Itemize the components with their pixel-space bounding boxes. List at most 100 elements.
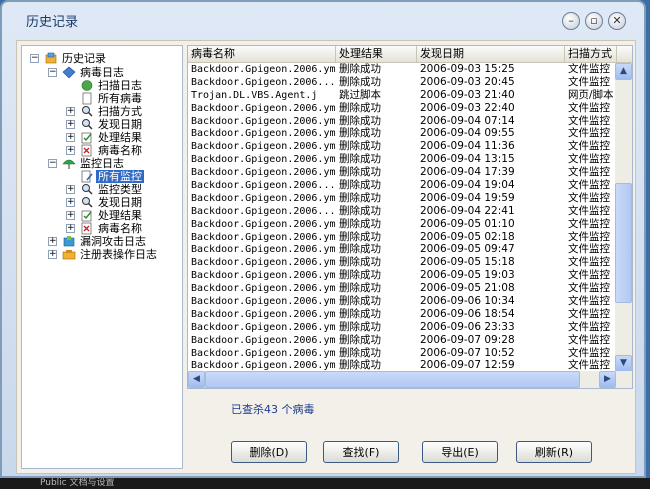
table-cell: 2006-09-04 11:36 — [420, 140, 515, 153]
table-cell: 文件监控 — [568, 333, 610, 346]
table-cell: 文件监控 — [568, 230, 610, 243]
maximize-button[interactable]: ▫ — [585, 12, 603, 30]
table-row[interactable]: Backdoor.Gpigeon.2006.ym 删除成功 2006-09-04 0… — [188, 115, 616, 128]
table-cell: Backdoor.Gpigeon.2006.ym — [191, 347, 336, 359]
horizontal-scroll-thumb[interactable] — [205, 371, 580, 388]
table-cell: Backdoor.Gpigeon.2006.ym — [191, 231, 336, 243]
expand-icon[interactable]: + — [66, 133, 75, 142]
table-cell: Backdoor.Gpigeon.2006.ym — [191, 102, 336, 114]
table-row[interactable]: Backdoor.Gpigeon.2006.ym 删除成功 2006-09-06 2… — [188, 321, 616, 334]
expand-icon[interactable]: + — [48, 250, 57, 259]
table-row[interactable]: Backdoor.Gpigeon.2006.ym 删除成功 2006-09-05 0… — [188, 243, 616, 256]
table-cell: 删除成功 — [339, 333, 381, 346]
history-window: 历史记录 – ▫ ✕ − 历史记录 − 病毒日志 扫描日志 所有病毒 + 扫描方… — [0, 0, 646, 478]
scroll-down-button[interactable]: ▼ — [615, 355, 632, 372]
table-row[interactable]: Backdoor.Gpigeon.2006.ym 删除成功 2006-09-03 1… — [188, 63, 616, 76]
table-cell: 2006-09-04 07:14 — [420, 114, 515, 127]
scroll-left-button[interactable]: ◀ — [188, 371, 205, 388]
close-button[interactable]: ✕ — [608, 12, 626, 30]
table-cell: 删除成功 — [339, 295, 381, 308]
collapse-icon[interactable]: − — [48, 68, 57, 77]
delete-button[interactable]: 删除(D) — [231, 441, 307, 463]
table-cell: 2006-09-05 01:10 — [420, 217, 515, 230]
table-row[interactable]: Backdoor.Gpigeon.2006.ym 删除成功 2006-09-05 1… — [188, 269, 616, 282]
collapse-icon[interactable]: − — [48, 159, 57, 168]
registry-icon — [62, 250, 76, 260]
column-header-virus-name[interactable]: 病毒名称 — [188, 46, 336, 62]
log-tree[interactable]: − 历史记录 − 病毒日志 扫描日志 所有病毒 + 扫描方式 + 发现日期 + … — [21, 45, 183, 469]
expand-icon[interactable]: + — [66, 224, 75, 233]
table-row[interactable]: Backdoor.Gpigeon.2006.ym 删除成功 2006-09-06 1… — [188, 308, 616, 321]
column-header-result[interactable]: 处理结果 — [336, 46, 417, 62]
expand-icon[interactable]: + — [66, 107, 75, 116]
table-cell: 2006-09-04 19:59 — [420, 191, 515, 204]
table-cell: Backdoor.Gpigeon.2006.ym — [191, 283, 336, 295]
horizontal-scrollbar[interactable]: ◀ ▶ — [188, 371, 632, 388]
table-cell: 2006-09-03 22:40 — [420, 101, 515, 114]
table-cell: 网页/脚本 — [568, 88, 614, 101]
minimize-button[interactable]: – — [562, 12, 580, 30]
magnifier-icon — [82, 197, 93, 208]
document-edit-icon — [81, 170, 93, 183]
table-cell: 2006-09-04 09:55 — [420, 127, 515, 140]
table-row[interactable]: Backdoor.Gpigeon.2006.ym 删除成功 2006-09-03 2… — [188, 102, 616, 115]
table-row[interactable]: Backdoor.Gpigeon.2006.ym 删除成功 2006-09-04 1… — [188, 140, 616, 153]
table-row[interactable]: Backdoor.Gpigeon.2006.ym 删除成功 2006-09-04 1… — [188, 153, 616, 166]
tree-item-virus-log-label: 病毒日志 — [80, 66, 124, 79]
table-row[interactable]: Backdoor.Gpigeon.2006.ym 删除成功 2006-09-05 1… — [188, 256, 616, 269]
table-cell: 文件监控 — [568, 114, 610, 127]
tree-item-exploit-log-label: 漏洞攻击日志 — [80, 235, 146, 248]
table-row[interactable]: Backdoor.Gpigeon.2006... 删除成功 2006-09-04 1… — [188, 179, 616, 192]
expand-icon[interactable]: + — [48, 237, 57, 246]
table-cell: 删除成功 — [339, 346, 381, 359]
magnifier-icon — [82, 184, 93, 195]
table-row[interactable]: Backdoor.Gpigeon.2006.ym 删除成功 2006-09-04 1… — [188, 192, 616, 205]
table-cell: 2006-09-05 09:47 — [420, 243, 515, 256]
scroll-up-button[interactable]: ▲ — [615, 63, 632, 80]
tree-item-all-viruses-label: 所有病毒 — [98, 92, 142, 105]
table-cell: 删除成功 — [339, 179, 381, 192]
table-cell: 文件监控 — [568, 307, 610, 320]
tree-item-monitor-virus-name-label: 病毒名称 — [98, 222, 142, 235]
collapse-icon[interactable]: − — [30, 54, 39, 63]
export-button[interactable]: 导出(E) — [422, 441, 498, 463]
find-button[interactable]: 查找(F) — [323, 441, 399, 463]
expand-icon[interactable]: + — [66, 120, 75, 129]
column-header-date[interactable]: 发现日期 — [417, 46, 565, 62]
record-list[interactable]: 病毒名称 处理结果 发现日期 扫描方式 Backdoor.Gpigeon.200… — [187, 45, 633, 389]
table-row[interactable]: Backdoor.Gpigeon.2006.ym 删除成功 2006-09-04 1… — [188, 166, 616, 179]
table-row[interactable]: Backdoor.Gpigeon.2006... 删除成功 2006-09-03 2… — [188, 76, 616, 89]
table-cell: Backdoor.Gpigeon.2006.ym — [191, 270, 336, 282]
table-cell: 删除成功 — [339, 153, 381, 166]
table-cell: Backdoor.Gpigeon.2006.ym — [191, 64, 336, 75]
table-cell: 删除成功 — [339, 191, 381, 204]
table-cell: 文件监控 — [568, 127, 610, 140]
table-cell: 2006-09-05 02:18 — [420, 230, 515, 243]
table-cell: 文件监控 — [568, 346, 610, 359]
table-row[interactable]: Backdoor.Gpigeon.2006.ym 删除成功 2006-09-06 1… — [188, 295, 616, 308]
table-cell: 删除成功 — [339, 75, 381, 88]
expand-icon[interactable]: + — [66, 211, 75, 220]
column-header-scan-method[interactable]: 扫描方式 — [565, 46, 617, 62]
scroll-right-button[interactable]: ▶ — [599, 371, 616, 388]
vertical-scrollbar[interactable]: ▲ ▼ — [615, 63, 632, 372]
title-bar[interactable]: 历史记录 – ▫ ✕ — [2, 2, 644, 36]
table-row[interactable]: Backdoor.Gpigeon.2006... 删除成功 2006-09-04 2… — [188, 205, 616, 218]
arrow-up-icon: ▲ — [620, 66, 627, 76]
table-row[interactable]: Backdoor.Gpigeon.2006.ym 删除成功 2006-09-07 1… — [188, 347, 616, 360]
refresh-button[interactable]: 刷新(R) — [516, 441, 592, 463]
table-row[interactable]: Backdoor.Gpigeon.2006.ym 删除成功 2006-09-04 0… — [188, 127, 616, 140]
tree-item-scan-log-label: 扫描日志 — [98, 79, 142, 92]
table-row[interactable]: Backdoor.Gpigeon.2006.ym 删除成功 2006-09-05 0… — [188, 218, 616, 231]
table-row[interactable]: Backdoor.Gpigeon.2006.ym 删除成功 2006-09-05 2… — [188, 282, 616, 295]
table-row[interactable]: Backdoor.Gpigeon.2006.ym 删除成功 2006-09-05 0… — [188, 231, 616, 244]
table-row[interactable]: Backdoor.Gpigeon.2006.ym 删除成功 2006-09-07 0… — [188, 334, 616, 347]
close-icon: ✕ — [612, 14, 622, 27]
table-row[interactable]: Trojan.DL.VBS.Agent.j 跳过脚本 2006-09-03 21:4… — [188, 89, 616, 102]
expand-icon[interactable]: + — [66, 146, 75, 155]
expand-icon[interactable]: + — [66, 185, 75, 194]
expand-icon[interactable]: + — [66, 198, 75, 207]
table-cell: 2006-09-05 21:08 — [420, 282, 515, 295]
vertical-scroll-thumb[interactable] — [615, 183, 632, 303]
table-cell: Backdoor.Gpigeon.2006.ym — [191, 192, 336, 204]
